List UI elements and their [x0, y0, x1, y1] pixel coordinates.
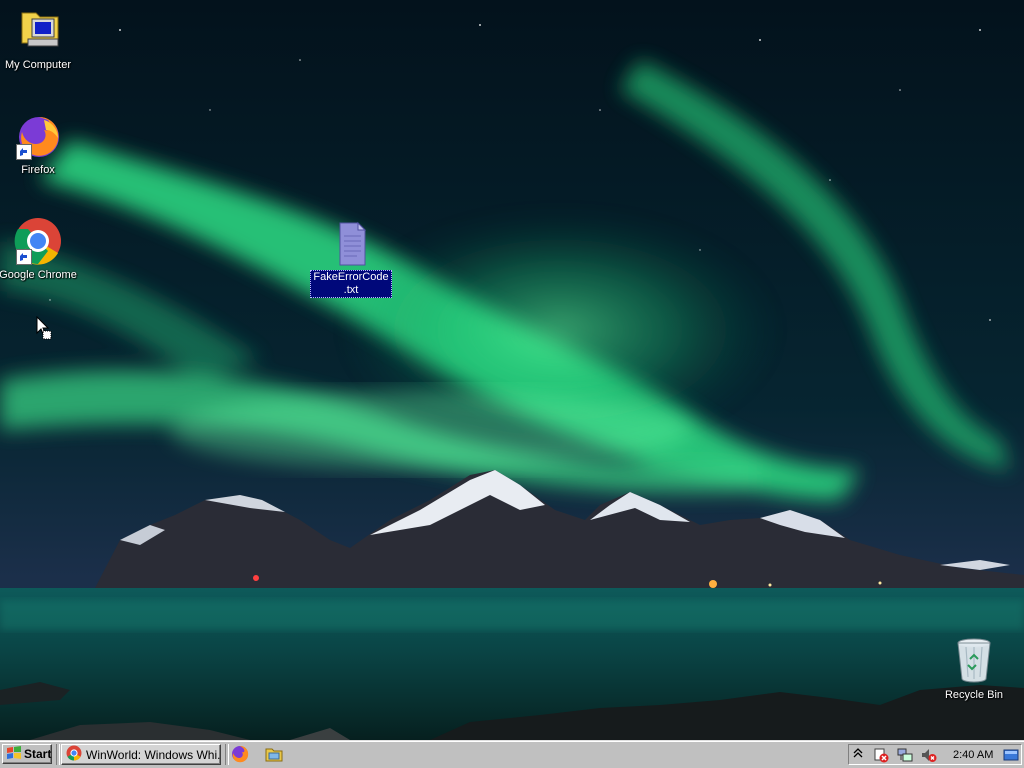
taskbar-divider — [225, 744, 229, 765]
volume-muted-icon[interactable] — [921, 747, 937, 763]
shortcut-arrow-icon — [16, 249, 32, 265]
desktop-icon-fakeerrorcode-txt[interactable]: FakeErrorCode .txt — [306, 220, 396, 298]
network-icon[interactable] — [897, 747, 913, 763]
firefox-icon — [14, 112, 62, 160]
chrome-small-icon — [66, 745, 82, 764]
firefox-label: Firefox — [21, 164, 55, 176]
system-tray: 2:40 AM — [848, 744, 1022, 765]
fakeerrorcode-label: FakeErrorCode .txt — [310, 270, 392, 298]
tray-expand-chevron-icon[interactable] — [852, 747, 864, 762]
clock[interactable]: 2:40 AM — [953, 749, 993, 761]
recycle-bin-label: Recycle Bin — [944, 689, 1004, 701]
start-label: Start — [24, 747, 52, 761]
quick-launch-file-manager-icon[interactable] — [265, 745, 285, 765]
desktop-icon-recycle-bin[interactable]: Recycle Bin — [929, 637, 1019, 703]
my-computer-icon — [14, 7, 62, 55]
task-button-label: WinWorld: Windows Whi... — [86, 747, 221, 762]
my-computer-label: My Computer — [4, 59, 72, 71]
taskbar-divider — [56, 744, 60, 765]
windows-logo-icon — [6, 745, 22, 763]
show-desktop-icon[interactable] — [1003, 747, 1019, 763]
start-button[interactable]: Start — [2, 744, 52, 764]
mouse-cursor-icon — [36, 315, 54, 342]
taskbar: Start WinWorld: Windows Whi... 2:40 AM — [0, 740, 1024, 768]
desktop-icon-my-computer[interactable]: My Computer — [0, 7, 83, 73]
chrome-icon — [14, 217, 62, 265]
desktop-wallpaper — [0, 0, 1024, 740]
recycle-bin-icon — [950, 637, 998, 685]
quick-launch-firefox-icon[interactable] — [231, 745, 251, 765]
taskbar-button-chrome-window[interactable]: WinWorld: Windows Whi... — [61, 744, 221, 765]
security-alert-icon[interactable] — [873, 747, 889, 763]
shortcut-arrow-icon — [16, 144, 32, 160]
text-file-icon — [327, 220, 375, 268]
desktop-icon-firefox[interactable]: Firefox — [0, 112, 83, 178]
google-chrome-label: Google Chrome — [0, 269, 77, 281]
desktop-icon-google-chrome[interactable]: Google Chrome — [0, 217, 83, 283]
